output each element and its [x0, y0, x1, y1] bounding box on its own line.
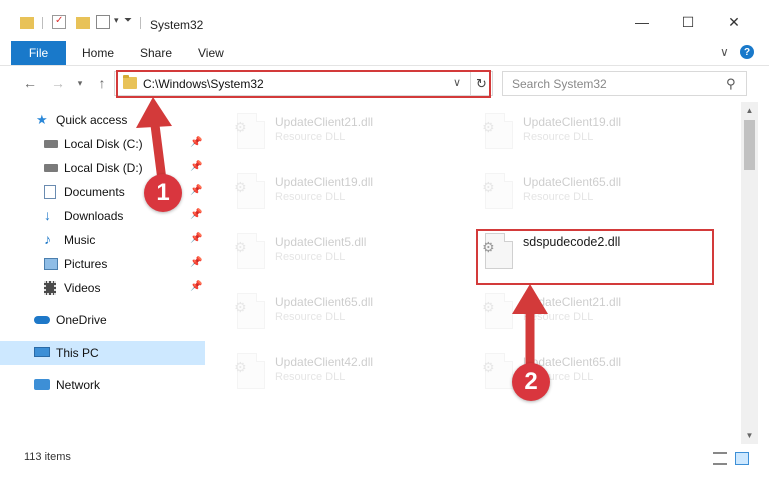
step-badge-2: 2 — [512, 363, 550, 401]
annotation-arrow-1 — [136, 97, 548, 378]
step-badge-1: 1 — [144, 174, 182, 212]
